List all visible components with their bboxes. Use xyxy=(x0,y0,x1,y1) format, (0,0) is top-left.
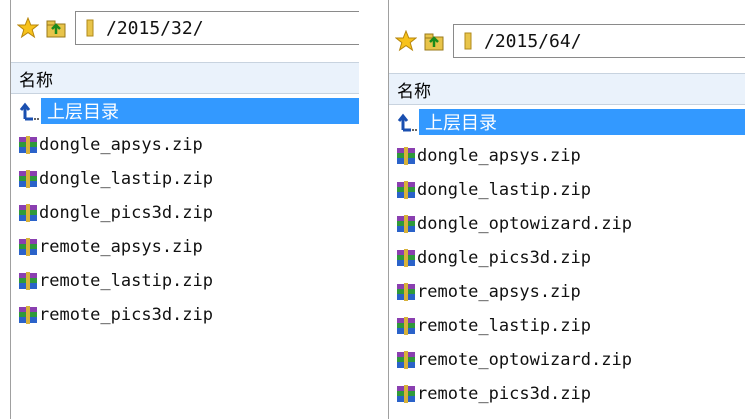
zip-archive-icon xyxy=(397,249,415,267)
zip-archive-icon xyxy=(19,306,37,324)
file-name: remote_pics3d.zip xyxy=(39,305,213,325)
zip-archive-icon xyxy=(397,283,415,301)
toolbar: /2015/64/ xyxy=(389,23,745,59)
file-name: dongle_optowizard.zip xyxy=(417,214,632,234)
path-field[interactable]: /2015/32/ xyxy=(75,11,359,45)
file-panel-left: /2015/32/ 名称 上层目录 dongle_apsys.zip dongl… xyxy=(10,0,359,419)
star-icon[interactable] xyxy=(393,28,419,54)
file-row[interactable]: remote_lastip.zip xyxy=(389,309,745,343)
star-icon[interactable] xyxy=(15,15,41,41)
file-name: dongle_lastip.zip xyxy=(39,169,213,189)
file-name: dongle_lastip.zip xyxy=(417,180,591,200)
zip-archive-icon xyxy=(397,181,415,199)
up-folder-icon[interactable] xyxy=(43,15,69,41)
file-row[interactable]: remote_apsys.zip xyxy=(389,275,745,309)
zip-archive-icon xyxy=(19,272,37,290)
file-name: remote_lastip.zip xyxy=(417,316,591,336)
file-name: dongle_pics3d.zip xyxy=(417,248,591,268)
file-name: dongle_pics3d.zip xyxy=(39,203,213,223)
file-row[interactable]: dongle_pics3d.zip xyxy=(11,196,359,230)
file-name: remote_lastip.zip xyxy=(39,271,213,291)
folder-icon xyxy=(460,32,476,50)
zip-archive-icon xyxy=(397,351,415,369)
path-text: /2015/64/ xyxy=(484,30,582,52)
up-folder-icon[interactable] xyxy=(421,28,447,54)
zip-archive-icon xyxy=(19,238,37,256)
file-row[interactable]: remote_optowizard.zip xyxy=(389,343,745,377)
folder-icon xyxy=(82,19,98,37)
zip-archive-icon xyxy=(19,170,37,188)
file-list: 上层目录 dongle_apsys.zip dongle_lastip.zip … xyxy=(389,105,745,411)
file-row[interactable]: remote_lastip.zip xyxy=(11,264,359,298)
file-row[interactable]: dongle_lastip.zip xyxy=(389,173,745,207)
parent-directory-row[interactable]: 上层目录 xyxy=(389,105,745,139)
zip-archive-icon xyxy=(19,136,37,154)
zip-archive-icon xyxy=(397,215,415,233)
zip-archive-icon xyxy=(397,317,415,335)
file-list: 上层目录 dongle_apsys.zip dongle_lastip.zip … xyxy=(11,94,359,332)
zip-archive-icon xyxy=(397,147,415,165)
file-name: dongle_apsys.zip xyxy=(417,146,581,166)
toolbar: /2015/32/ xyxy=(11,10,359,46)
path-text: /2015/32/ xyxy=(106,17,204,39)
file-row[interactable]: dongle_optowizard.zip xyxy=(389,207,745,241)
path-field[interactable]: /2015/64/ xyxy=(453,24,745,58)
file-name: remote_apsys.zip xyxy=(39,237,203,257)
parent-directory-row[interactable]: 上层目录 xyxy=(11,94,359,128)
file-row[interactable]: dongle_lastip.zip xyxy=(11,162,359,196)
parent-dir-arrow-icon xyxy=(19,101,39,121)
file-row[interactable]: remote_apsys.zip xyxy=(11,230,359,264)
file-panel-right: /2015/64/ 名称 上层目录 dongle_apsys.zip dongl… xyxy=(388,0,745,419)
file-row[interactable]: dongle_apsys.zip xyxy=(11,128,359,162)
file-row[interactable]: remote_pics3d.zip xyxy=(389,377,745,411)
file-row[interactable]: dongle_pics3d.zip xyxy=(389,241,745,275)
file-name: remote_optowizard.zip xyxy=(417,350,632,370)
parent-directory-label: 上层目录 xyxy=(41,98,359,124)
file-row[interactable]: remote_pics3d.zip xyxy=(11,298,359,332)
zip-archive-icon xyxy=(19,204,37,222)
zip-archive-icon xyxy=(397,385,415,403)
file-name: remote_apsys.zip xyxy=(417,282,581,302)
file-name: remote_pics3d.zip xyxy=(417,384,591,404)
file-name: dongle_apsys.zip xyxy=(39,135,203,155)
parent-dir-arrow-icon xyxy=(397,112,417,132)
parent-directory-label: 上层目录 xyxy=(419,109,745,135)
column-header-name[interactable]: 名称 xyxy=(389,73,745,105)
column-header-name[interactable]: 名称 xyxy=(11,62,359,94)
file-row[interactable]: dongle_apsys.zip xyxy=(389,139,745,173)
